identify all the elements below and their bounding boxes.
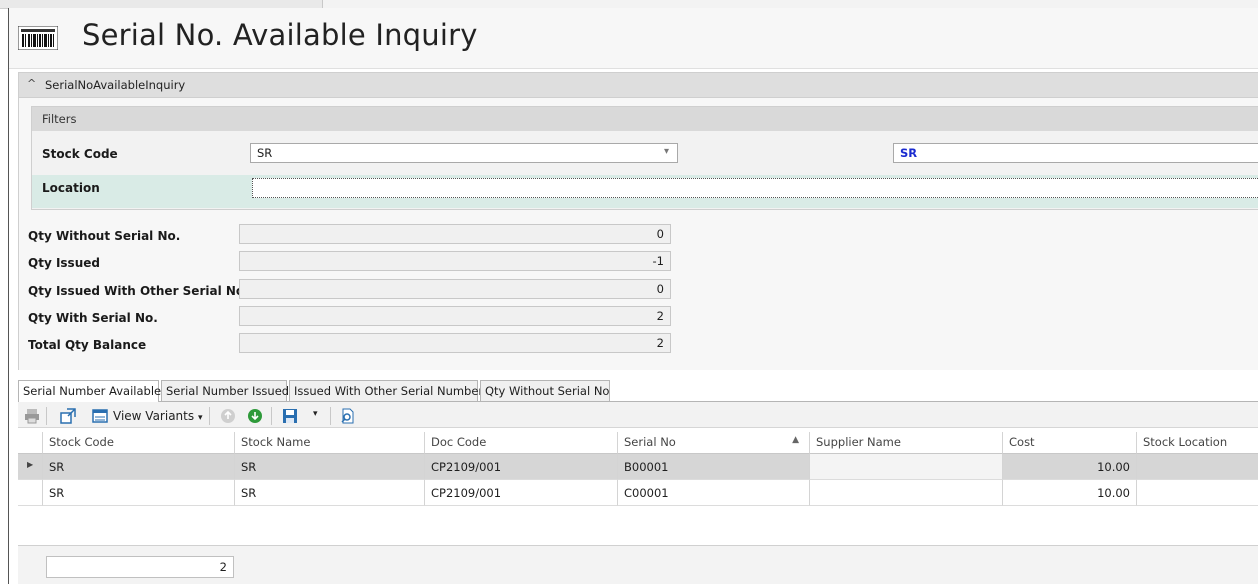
cell-stock-name[interactable]: SR — [235, 454, 425, 480]
barcode-icon — [18, 26, 58, 50]
group-header[interactable]: ^ SerialNoAvailableInquiry — [18, 72, 1258, 98]
grid-header-indicator — [18, 432, 43, 454]
cell-serial-no[interactable]: B00001 — [618, 454, 810, 480]
cell-serial-no[interactable]: C00001 — [618, 480, 810, 506]
view-variants-icon[interactable] — [92, 408, 108, 424]
toolbar-separator — [209, 407, 210, 425]
tab-qty-without-serial-no[interactable]: Qty Without Serial No — [480, 380, 610, 402]
column-header-supplier-name[interactable]: Supplier Name — [810, 432, 1003, 454]
stock-code-dropdown[interactable]: SR ▾ — [250, 143, 678, 163]
location-label: Location — [42, 181, 100, 195]
row-indicator[interactable] — [18, 480, 43, 506]
qty-without-serial-value: 0 — [239, 224, 671, 244]
toolbar-separator — [46, 407, 47, 425]
window-border — [8, 8, 9, 584]
view-variants-button[interactable]: View Variants ▾ — [113, 409, 202, 423]
next-icon[interactable] — [247, 408, 263, 424]
cell-supplier-name[interactable] — [810, 480, 1003, 506]
column-header-stock-name[interactable]: Stock Name — [235, 432, 425, 454]
sort-ascending-icon: ▲ — [792, 435, 799, 445]
row-count-summary: 2 — [46, 556, 234, 578]
view-variants-label: View Variants — [113, 409, 195, 423]
cell-doc-code[interactable]: CP2109/001 — [425, 480, 618, 506]
column-header-stock-code[interactable]: Stock Code — [43, 432, 235, 454]
page-title: Serial No. Available Inquiry — [82, 18, 478, 52]
cell-stock-code[interactable]: SR — [43, 480, 235, 506]
toolbar-separator — [271, 407, 272, 425]
save-icon[interactable] — [282, 408, 298, 424]
cell-stock-location[interactable] — [1137, 480, 1258, 506]
qty-issued-value: -1 — [239, 251, 671, 271]
column-header-serial-no[interactable]: Serial No ▲ — [618, 432, 810, 454]
column-header-doc-code[interactable]: Doc Code — [425, 432, 618, 454]
row-indicator[interactable]: ▶ — [18, 454, 43, 480]
toolbar-separator — [330, 407, 331, 425]
qty-issued-label: Qty Issued — [28, 256, 100, 270]
tab-serial-number-available[interactable]: Serial Number Available — [18, 380, 161, 403]
save-dropdown-arrow-icon[interactable]: ▾ — [313, 409, 318, 419]
grid-toolbar — [18, 402, 1258, 428]
stock-code-value: SR — [257, 146, 273, 160]
filters-header: Filters — [32, 107, 1258, 131]
cell-cost[interactable]: 10.00 — [1003, 454, 1137, 480]
qty-with-serial-value: 2 — [239, 306, 671, 326]
previous-icon[interactable] — [220, 408, 236, 424]
location-input[interactable] — [252, 178, 1258, 198]
filters-heading: Filters — [42, 112, 77, 126]
stock-code-name-field: SR — [893, 143, 1258, 163]
cell-supplier-name[interactable] — [810, 454, 1003, 480]
stock-code-name: SR — [900, 146, 918, 160]
row-pointer-icon: ▶ — [27, 460, 34, 469]
cell-stock-name[interactable]: SR — [235, 480, 425, 506]
qty-without-serial-label: Qty Without Serial No. — [28, 229, 181, 243]
column-header-stock-location[interactable]: Stock Location — [1137, 432, 1258, 454]
chevron-down-icon: ▾ — [197, 413, 203, 423]
print-icon[interactable] — [24, 408, 40, 424]
document-tab[interactable] — [0, 0, 323, 8]
tab-issued-with-other-serial-number[interactable]: Issued With Other Serial Number — [289, 380, 483, 402]
column-header-cost[interactable]: Cost — [1003, 432, 1137, 454]
stock-code-label: Stock Code — [42, 147, 118, 161]
dropdown-arrow-icon[interactable]: ▾ — [664, 146, 669, 157]
qty-issued-other-serial-value: 0 — [239, 279, 671, 299]
collapse-chevron-icon[interactable]: ^ — [27, 77, 36, 90]
total-qty-balance-value: 2 — [239, 333, 671, 353]
qty-issued-other-serial-label: Qty Issued With Other Serial No. — [28, 284, 249, 298]
qty-with-serial-label: Qty With Serial No. — [28, 311, 158, 325]
tab-serial-number-issued[interactable]: Serial Number Issued — [161, 380, 289, 402]
cell-stock-code[interactable]: SR — [43, 454, 235, 480]
cell-doc-code[interactable]: CP2109/001 — [425, 454, 618, 480]
cell-cost[interactable]: 10.00 — [1003, 480, 1137, 506]
group-label: SerialNoAvailableInquiry — [45, 78, 186, 92]
cell-stock-location[interactable] — [1137, 454, 1258, 480]
serial-no-header-label: Serial No — [624, 435, 676, 449]
total-qty-balance-label: Total Qty Balance — [28, 338, 147, 352]
find-icon[interactable] — [339, 408, 355, 424]
export-window-icon[interactable] — [60, 408, 76, 424]
